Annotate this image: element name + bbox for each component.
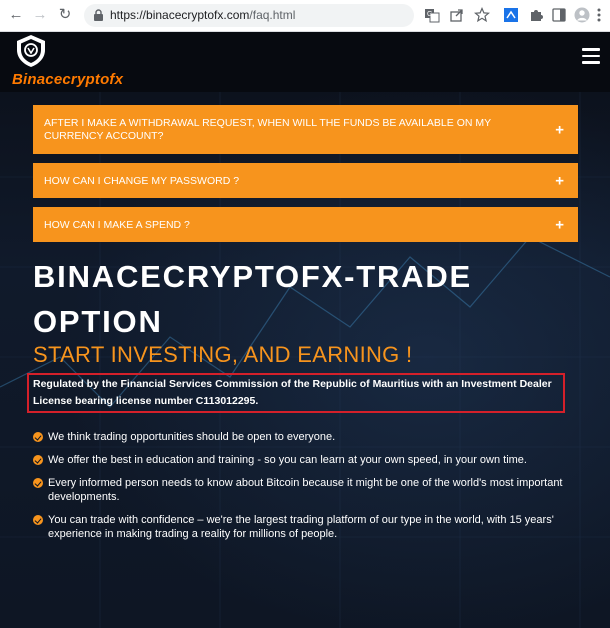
browser-toolbar: ← → ↻ https://binacecryptofx.com/faq.htm…	[0, 0, 610, 32]
page-content: Binacecryptofx AFTER I MAKE A WITHDRAWAL…	[0, 32, 610, 628]
subheading: START INVESTING, AND EARNING !	[33, 342, 413, 367]
sidebar-icon[interactable]	[551, 7, 567, 23]
forward-icon[interactable]: →	[30, 5, 50, 25]
puzzle-icon[interactable]	[528, 7, 544, 23]
faq-item-withdrawal[interactable]: AFTER I MAKE A WITHDRAWAL REQUEST, WHEN …	[33, 105, 578, 154]
plus-icon[interactable]: +	[555, 172, 564, 189]
check-circle-icon	[33, 455, 43, 465]
list-item: We offer the best in education and train…	[33, 453, 578, 467]
share-icon[interactable]	[449, 7, 465, 23]
list-item-text: You can trade with confidence – we're th…	[48, 514, 554, 540]
translate-icon[interactable]: G	[424, 7, 440, 23]
faq-item-spend[interactable]: HOW CAN I MAKE A SPEND ? +	[33, 207, 578, 242]
title-line-2: OPTION	[33, 304, 163, 339]
lock-icon	[94, 9, 103, 21]
address-bar[interactable]: https://binacecryptofx.com/faq.html	[84, 4, 414, 27]
logo-shield-icon[interactable]	[14, 34, 48, 68]
extension-icon[interactable]	[503, 7, 519, 23]
check-circle-icon	[33, 432, 43, 442]
list-item: Every informed person needs to know abou…	[33, 476, 578, 504]
reload-icon[interactable]: ↻	[55, 5, 75, 25]
faq-item-password[interactable]: HOW CAN I CHANGE MY PASSWORD ? +	[33, 163, 578, 198]
star-icon[interactable]	[474, 7, 490, 23]
url-text: https://binacecryptofx.com/faq.html	[110, 8, 296, 22]
check-circle-icon	[33, 515, 43, 525]
title-line-1: BINACECRYPTOFX-TRADE	[33, 259, 473, 294]
feature-list: We think trading opportunities should be…	[33, 430, 578, 550]
plus-icon[interactable]: +	[555, 216, 564, 233]
site-header: Binacecryptofx	[0, 32, 610, 92]
hamburger-menu-icon[interactable]	[582, 48, 600, 64]
plus-icon[interactable]: +	[555, 122, 564, 137]
svg-text:G: G	[427, 11, 432, 18]
page-title: BINACECRYPTOFX-TRADE OPTION	[33, 254, 593, 344]
profile-icon[interactable]	[574, 7, 590, 23]
list-item: You can trade with confidence – we're th…	[33, 513, 578, 541]
faq-question: HOW CAN I MAKE A SPEND ?	[44, 218, 190, 231]
faq-question: HOW CAN I CHANGE MY PASSWORD ?	[44, 174, 240, 187]
list-item-text: Every informed person needs to know abou…	[48, 477, 563, 503]
faq-question: AFTER I MAKE A WITHDRAWAL REQUEST, WHEN …	[44, 116, 491, 142]
check-circle-icon	[33, 478, 43, 488]
logo-text[interactable]: Binacecryptofx	[12, 71, 123, 88]
back-icon[interactable]: ←	[6, 5, 26, 25]
list-item-text: We offer the best in education and train…	[48, 454, 527, 466]
regulation-text: Regulated by the Financial Services Comm…	[33, 378, 552, 407]
list-item-text: We think trading opportunities should be…	[48, 431, 336, 443]
menu-dots-icon[interactable]	[594, 7, 604, 23]
list-item: We think trading opportunities should be…	[33, 430, 578, 444]
